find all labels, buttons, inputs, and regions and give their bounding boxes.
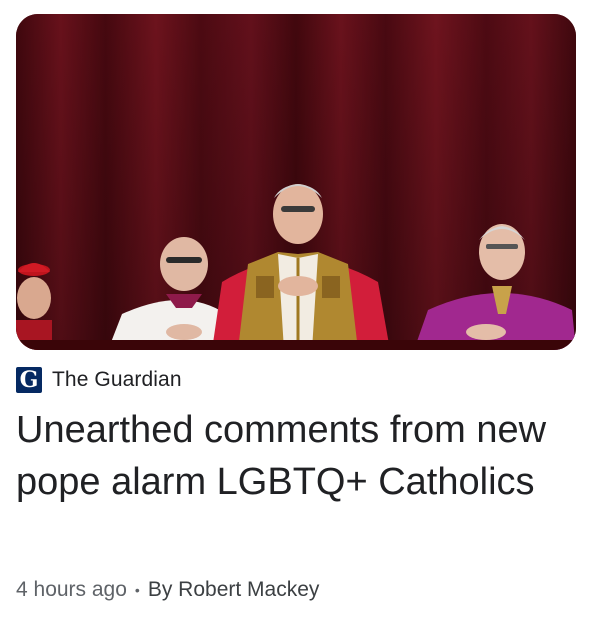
article-byline: By Robert Mackey	[147, 578, 320, 601]
article-thumbnail[interactable]	[16, 14, 576, 350]
guardian-logo-icon: G	[16, 367, 42, 393]
source-row[interactable]: G The Guardian	[16, 366, 182, 394]
article-meta: 4 hours ago • By Robert Mackey	[16, 578, 319, 602]
source-name: The Guardian	[52, 368, 182, 391]
publish-time: 4 hours ago	[16, 578, 127, 601]
article-photo	[16, 14, 576, 350]
news-article-card[interactable]: G The Guardian Unearthed comments from n…	[0, 0, 602, 626]
article-headline[interactable]: Unearthed comments from new pope alarm L…	[16, 404, 576, 508]
meta-separator: •	[134, 582, 140, 598]
